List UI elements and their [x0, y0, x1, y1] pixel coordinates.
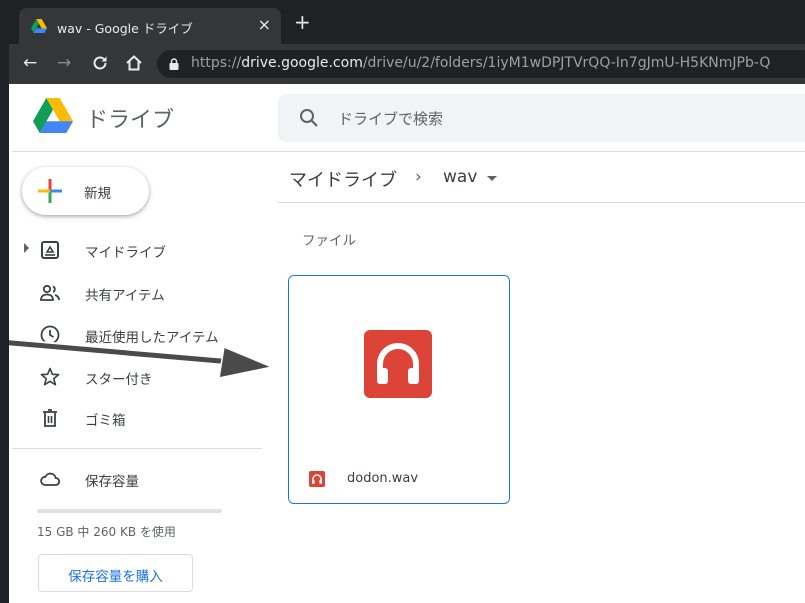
trash-icon [43, 409, 57, 427]
storage-label: 保存容量 [85, 474, 139, 490]
expand-caret-icon[interactable] [24, 243, 29, 253]
cloud-icon [40, 472, 61, 486]
headphones-audio-icon [364, 330, 432, 398]
google-drive-logo-icon[interactable] [33, 98, 73, 134]
home-icon[interactable] [125, 54, 143, 72]
url-host: drive.google.com [241, 55, 363, 71]
colorful-plus-icon [38, 179, 62, 203]
storage-usage-bar [37, 509, 222, 513]
app-name[interactable]: ドライブ [86, 102, 174, 134]
breadcrumb-current-folder[interactable]: wav [443, 167, 477, 187]
sidebar-item-label: マイドライブ [85, 245, 166, 261]
browser-tab[interactable]: wav - Google ドライブ × [19, 8, 281, 44]
files-section-label: ファイル [302, 233, 356, 249]
screenshot-frame: wav - Google ドライブ × + ← → https://drive.… [0, 0, 805, 603]
screenshot-left-border [0, 0, 9, 603]
folder-menu-caret-icon[interactable] [487, 176, 497, 181]
new-button[interactable]: 新規 [22, 167, 149, 215]
breadcrumb-chevron-icon: › [415, 167, 422, 187]
url-text: https://drive.google.com/drive/u/2/folde… [191, 55, 770, 71]
lock-icon [169, 58, 179, 70]
file-thumbnail[interactable] [289, 276, 509, 458]
sidebar-divider [12, 448, 262, 449]
buy-storage-button[interactable]: 保存容量を購入 [38, 554, 193, 592]
search-bar[interactable]: ドライブで検索 [278, 94, 805, 142]
tab-title: wav - Google ドライブ [57, 21, 193, 36]
sidebar-item-trash[interactable]: ゴミ箱 [12, 398, 268, 438]
sidebar-item-shared[interactable]: 共有アイテム [12, 273, 268, 313]
sidebar-item-label: ゴミ箱 [85, 413, 126, 429]
main-divider [278, 202, 805, 203]
annotation-arrow-icon [0, 337, 275, 379]
breadcrumb-root[interactable]: マイドライブ [289, 166, 397, 192]
reload-icon[interactable] [91, 54, 109, 72]
url-prefix: https:// [191, 55, 242, 71]
tab-close-icon[interactable]: × [258, 15, 271, 34]
sidebar-item-storage[interactable]: 保存容量 [12, 459, 268, 499]
google-drive-favicon-icon [31, 19, 47, 33]
sidebar-item-my-drive[interactable]: マイドライブ [12, 230, 268, 270]
browser-toolbar: ← → https://drive.google.com/drive/u/2/f… [9, 44, 805, 84]
audio-file-type-icon [309, 471, 325, 487]
address-bar[interactable]: https://drive.google.com/drive/u/2/folde… [157, 50, 805, 78]
back-arrow-icon[interactable]: ← [23, 52, 37, 74]
sidebar-item-label: 共有アイテム [85, 288, 165, 304]
file-footer[interactable]: dodon.wav [289, 458, 509, 503]
drive-header: ドライブ ドライブで検索 [12, 84, 805, 152]
file-card[interactable]: dodon.wav [288, 275, 510, 504]
new-tab-button[interactable]: + [294, 12, 311, 32]
shared-people-icon [40, 284, 60, 301]
new-button-label: 新規 [84, 186, 111, 202]
buy-storage-label: 保存容量を購入 [68, 569, 163, 585]
browser-tab-strip: wav - Google ドライブ × + [9, 0, 805, 44]
storage-used-text: 15 GB 中 260 KB を使用 [37, 525, 176, 539]
search-input[interactable]: ドライブで検索 [338, 108, 443, 129]
search-icon[interactable] [298, 107, 320, 129]
file-name: dodon.wav [347, 471, 419, 486]
forward-arrow-icon[interactable]: → [57, 52, 71, 74]
url-path: /drive/u/2/folders/1iyM1wDPJTVrQQ-In7gJm… [362, 55, 771, 71]
my-drive-icon [41, 241, 59, 259]
